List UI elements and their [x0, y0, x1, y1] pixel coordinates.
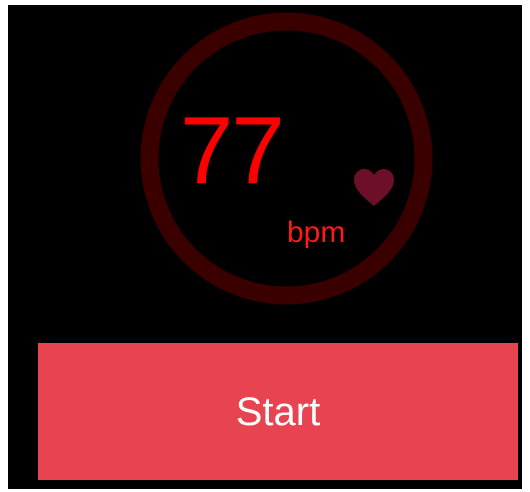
- start-button-label: Start: [235, 389, 321, 434]
- heart-rate-unit: bpm: [287, 216, 346, 249]
- heart-rate-value: 77: [180, 97, 285, 204]
- heart-rate-screen: 77 bpm Start: [8, 5, 522, 489]
- start-button[interactable]: Start: [38, 343, 518, 480]
- heart-icon: [354, 169, 394, 206]
